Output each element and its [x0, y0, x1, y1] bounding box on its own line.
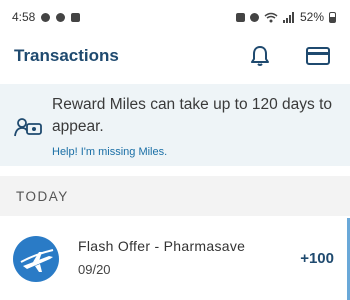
bell-icon — [251, 46, 269, 66]
status-right: 52% — [235, 10, 336, 24]
airplane-icon — [20, 249, 54, 272]
transaction-row[interactable]: Flash Offer - Pharmasave 09/20 +100 — [0, 218, 350, 300]
card-icon — [306, 47, 330, 65]
status-time: 4:58 — [12, 10, 36, 24]
header-actions — [248, 44, 330, 68]
banner-message: Reward Miles can take up to 120 days to … — [52, 96, 333, 135]
lock-icon — [235, 12, 245, 22]
transaction-amount: +100 — [300, 250, 334, 267]
battery-icon — [329, 11, 336, 23]
airplane-badge — [13, 236, 59, 282]
missing-miles-link[interactable]: Help! I'm missing Miles. — [52, 146, 167, 158]
section-header-today: TODAY — [0, 176, 350, 216]
battery-level: 52% — [299, 10, 324, 24]
wifi-icon — [264, 12, 278, 22]
sd-card-icon — [71, 12, 81, 22]
section-label: TODAY — [16, 188, 69, 204]
notification-icon — [56, 12, 66, 22]
transaction-name: Flash Offer - Pharmasave — [78, 238, 246, 254]
status-bar: 4:58 52% — [0, 0, 350, 34]
miles-card-icon — [14, 118, 42, 137]
alarm-icon — [41, 12, 51, 22]
app-header: Transactions — [0, 34, 350, 78]
transaction-date: 09/20 — [78, 262, 111, 277]
alarm-clock-icon — [249, 12, 259, 22]
miles-info-banner: Reward Miles can take up to 120 days to … — [0, 84, 350, 166]
status-left: 4:58 — [12, 10, 81, 24]
notifications-button[interactable] — [248, 44, 272, 68]
signal-icon — [282, 11, 294, 23]
page-title: Transactions — [14, 46, 119, 65]
cards-button[interactable] — [306, 44, 330, 68]
